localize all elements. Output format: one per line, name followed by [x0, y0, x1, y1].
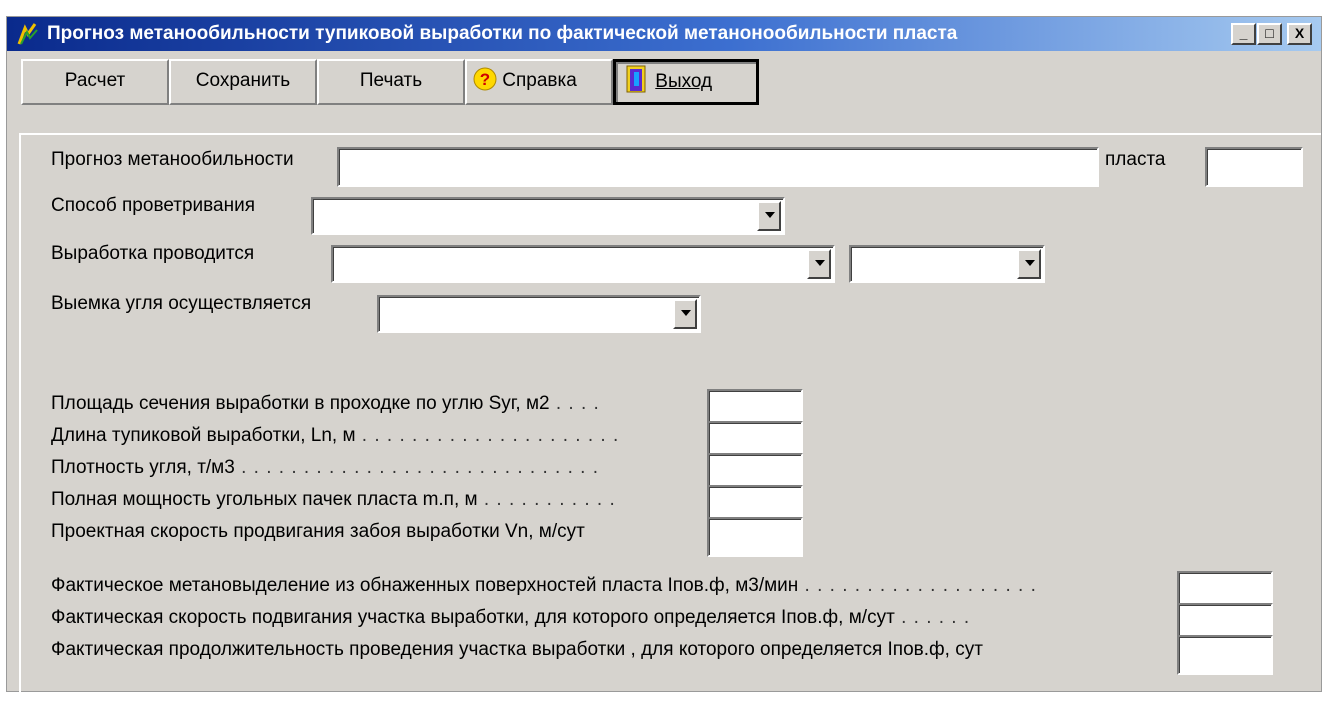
help-button[interactable]: ? Справка: [465, 59, 613, 105]
svg-text:?: ?: [480, 70, 490, 89]
calc-button[interactable]: Расчет: [21, 59, 169, 105]
param-label: Фактическая продолжительность проведения…: [51, 639, 983, 660]
extraction-combo[interactable]: [377, 295, 701, 333]
form-panel: Прогноз метанообильности пласта Способ п…: [19, 133, 1321, 707]
ventilation-combo[interactable]: [311, 197, 785, 235]
param-input[interactable]: [707, 389, 803, 423]
chevron-down-icon[interactable]: [673, 299, 697, 329]
param-label: Полная мощность угольных пачек пласта m.…: [51, 489, 616, 510]
extraction-label: Выемка угля осуществляется: [51, 293, 312, 314]
title-bar[interactable]: Прогноз метанообильности тупиковой выраб…: [7, 17, 1321, 51]
param-label: Плотность угля, т/м3 . . . . . . . . . .…: [51, 457, 599, 478]
window-title: Прогноз метанообильности тупиковой выраб…: [47, 23, 958, 44]
param-input[interactable]: [707, 485, 803, 519]
chevron-down-icon[interactable]: [807, 249, 831, 279]
chevron-down-icon[interactable]: [757, 201, 781, 231]
exit-button[interactable]: Выход: [613, 59, 759, 105]
param-input[interactable]: [707, 421, 803, 455]
param-input[interactable]: [1177, 571, 1273, 605]
param-input[interactable]: [1177, 603, 1273, 637]
param-label: Фактическая скорость подвигания участка …: [51, 607, 971, 628]
save-button[interactable]: Сохранить: [169, 59, 317, 105]
param-label: Фактическое метановыделение из обнаженны…: [51, 575, 1037, 596]
chevron-down-icon[interactable]: [1017, 249, 1041, 279]
door-exit-icon: [626, 65, 646, 93]
close-button[interactable]: X: [1287, 23, 1312, 45]
param-label: Площадь сечения выработки в проходке по …: [51, 393, 600, 414]
param-label: Длина тупиковой выработки, Ln, м . . . .…: [51, 425, 620, 446]
seam-label: пласта: [1105, 149, 1166, 170]
question-icon: ?: [473, 67, 497, 91]
forecast-field[interactable]: [337, 147, 1099, 187]
param-label: Проектная скорость продвигания забоя выр…: [51, 521, 585, 542]
app-window: Прогноз метанообильности тупиковой выраб…: [6, 16, 1322, 707]
param-input[interactable]: [707, 517, 803, 557]
app-icon: [17, 23, 38, 45]
maximize-button[interactable]: □: [1257, 23, 1282, 45]
working-label: Выработка проводится: [51, 243, 255, 264]
ventilation-label: Способ проветривания: [51, 195, 255, 216]
minimize-button[interactable]: _: [1231, 23, 1256, 45]
param-input[interactable]: [1177, 635, 1273, 675]
print-button[interactable]: Печать: [317, 59, 465, 105]
working-combo-2[interactable]: [849, 245, 1045, 283]
working-combo-1[interactable]: [331, 245, 835, 283]
seam-field[interactable]: [1205, 147, 1303, 187]
param-input[interactable]: [707, 453, 803, 487]
forecast-label: Прогноз метанообильности: [51, 149, 294, 170]
toolbar: Расчет Сохранить Печать ? Справка Выход: [9, 53, 1317, 107]
